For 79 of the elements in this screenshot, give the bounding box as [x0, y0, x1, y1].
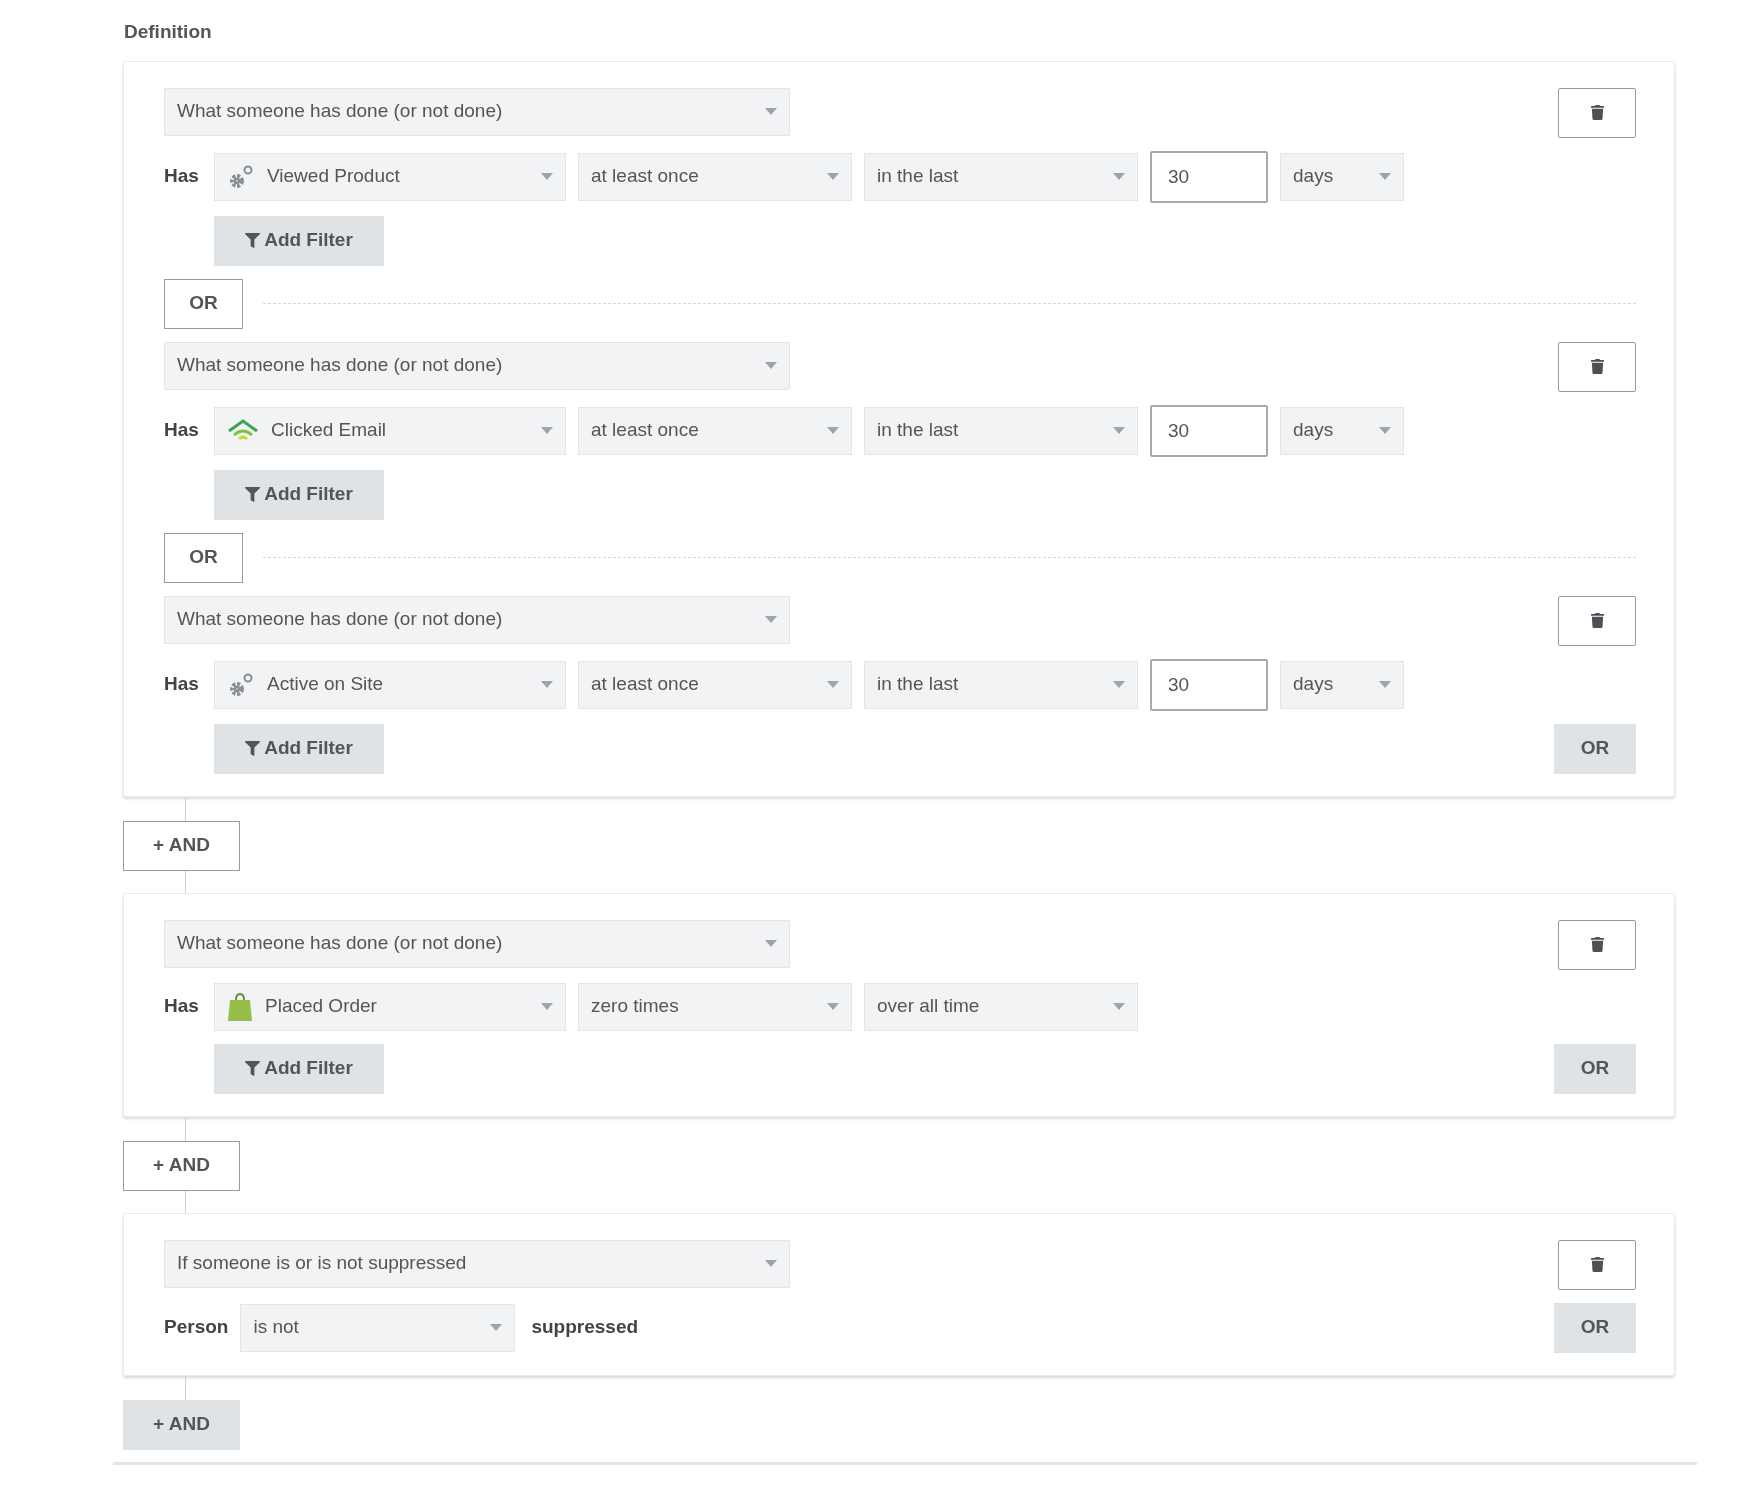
filter-icon	[245, 233, 261, 248]
or-button[interactable]: OR	[1554, 1043, 1636, 1094]
caret-icon	[1379, 681, 1391, 688]
or-button[interactable]: OR	[1554, 1302, 1636, 1353]
add-filter-button[interactable]: Add Filter	[214, 1043, 384, 1094]
caret-icon	[765, 362, 777, 369]
frequency-select[interactable]: at least once	[578, 406, 852, 455]
or-connector-button[interactable]: OR	[164, 532, 243, 583]
add-and-button[interactable]: + AND	[123, 820, 240, 871]
add-and-button[interactable]: + AND	[123, 1140, 240, 1191]
add-and-button[interactable]: + AND	[123, 1399, 240, 1450]
has-label: Has	[164, 672, 200, 697]
count-input[interactable]: 30	[1150, 658, 1268, 711]
condition-type-select[interactable]: What someone has done (or not done)	[164, 87, 790, 136]
caret-icon	[541, 427, 553, 434]
has-label: Has	[164, 164, 200, 189]
or-connector-button[interactable]: OR	[164, 278, 243, 329]
section-title: Definition	[124, 20, 212, 44]
frequency-select[interactable]: zero times	[578, 982, 852, 1031]
add-filter-button[interactable]: Add Filter	[214, 469, 384, 520]
frequency-select[interactable]: at least once	[578, 660, 852, 709]
delete-button[interactable]	[1558, 341, 1636, 392]
shopping-bag-icon	[227, 991, 253, 1022]
caret-icon	[541, 681, 553, 688]
count-input[interactable]: 30	[1150, 404, 1268, 457]
caret-icon	[827, 427, 839, 434]
unit-select[interactable]: days	[1280, 660, 1404, 709]
caret-icon	[490, 1324, 503, 1331]
filter-icon	[245, 741, 261, 756]
trash-icon	[1589, 359, 1605, 374]
caret-icon	[765, 108, 777, 115]
trash-icon	[1589, 937, 1605, 952]
metric-select[interactable]: Clicked Email	[214, 406, 566, 455]
metric-select[interactable]: Active on Site	[214, 660, 566, 709]
suppressed-label: suppressed	[531, 1315, 639, 1340]
filter-icon	[245, 1061, 261, 1076]
add-filter-button[interactable]: Add Filter	[214, 215, 384, 266]
condition-type-select[interactable]: If someone is or is not suppressed	[164, 1239, 790, 1288]
filter-icon	[245, 487, 261, 502]
count-input[interactable]: 30	[1150, 150, 1268, 203]
trash-icon	[1589, 1257, 1605, 1272]
delete-button[interactable]	[1558, 87, 1636, 138]
caret-icon	[541, 173, 553, 180]
unit-select[interactable]: days	[1280, 152, 1404, 201]
metric-select[interactable]: Placed Order	[214, 982, 566, 1031]
caret-icon	[765, 1260, 777, 1267]
caret-icon	[1113, 427, 1125, 434]
caret-icon	[1113, 681, 1125, 688]
person-label: Person	[164, 1315, 229, 1340]
metric-select[interactable]: Viewed Product	[214, 152, 566, 201]
caret-icon	[1113, 1003, 1125, 1010]
condition-type-select[interactable]: What someone has done (or not done)	[164, 919, 790, 968]
timeframe-select[interactable]: in the last	[864, 406, 1138, 455]
delete-button[interactable]	[1558, 919, 1636, 970]
trash-icon	[1589, 105, 1605, 120]
caret-icon	[1379, 427, 1391, 434]
has-label: Has	[164, 418, 200, 443]
condition-type-select[interactable]: What someone has done (or not done)	[164, 341, 790, 390]
timeframe-select[interactable]: in the last	[864, 152, 1138, 201]
delete-button[interactable]	[1558, 1239, 1636, 1290]
delete-button[interactable]	[1558, 595, 1636, 646]
caret-icon	[765, 616, 777, 623]
unit-select[interactable]: days	[1280, 406, 1404, 455]
timeframe-select[interactable]: over all time	[864, 982, 1138, 1031]
caret-icon	[765, 940, 777, 947]
timeframe-select[interactable]: in the last	[864, 660, 1138, 709]
caret-icon	[827, 173, 839, 180]
add-filter-button[interactable]: Add Filter	[214, 723, 384, 774]
caret-icon	[541, 1003, 553, 1010]
frequency-select[interactable]: at least once	[578, 152, 852, 201]
caret-icon	[1113, 173, 1125, 180]
condition-type-select[interactable]: What someone has done (or not done)	[164, 595, 790, 644]
operator-select[interactable]: is not	[240, 1303, 516, 1352]
caret-icon	[1379, 173, 1391, 180]
caret-icon	[827, 1003, 839, 1010]
or-button[interactable]: OR	[1554, 723, 1636, 774]
has-label: Has	[164, 994, 200, 1019]
caret-icon	[827, 681, 839, 688]
trash-icon	[1589, 613, 1605, 628]
